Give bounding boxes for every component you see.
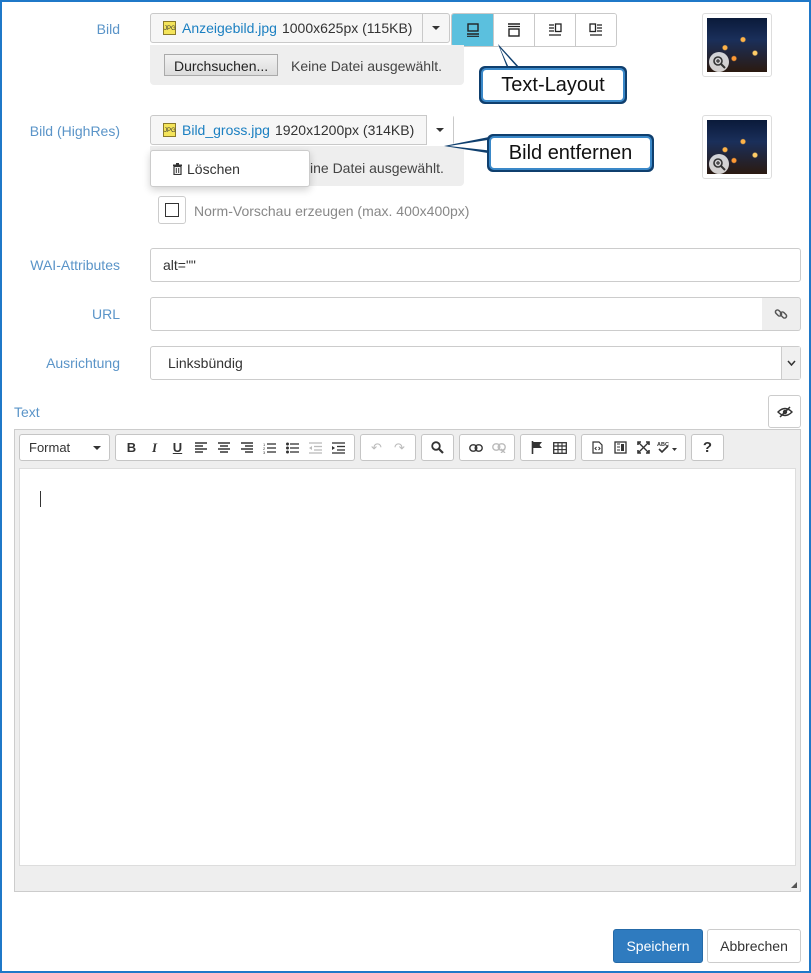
bild-options-dropdown-button[interactable] — [422, 13, 449, 43]
ausrichtung-label: Ausrichtung — [46, 355, 120, 371]
chevron-down-icon — [432, 26, 440, 30]
ausrichtung-selected-value: Linksbündig — [168, 355, 243, 371]
layout-button-image-left[interactable] — [575, 14, 616, 46]
layout-button-image-above[interactable] — [452, 14, 493, 46]
bild-no-file-text: Keine Datei ausgewählt. — [291, 58, 442, 74]
ordered-list-icon[interactable]: 123 — [258, 435, 281, 460]
bild-file-group[interactable]: JPG Anzeigebild.jpg 1000x625px (115KB) — [150, 13, 450, 43]
formatting-group: B I U 123 — [115, 434, 355, 461]
url-input[interactable] — [150, 297, 763, 331]
bild-highres-file-info: 1920x1200px (314KB) — [274, 122, 415, 138]
align-left-icon[interactable] — [189, 435, 212, 460]
table-icon[interactable] — [548, 435, 571, 460]
source-code-icon[interactable] — [586, 435, 609, 460]
redo-icon[interactable]: ↷ — [388, 435, 411, 460]
bild-highres-dropdown-menu: Löschen — [150, 150, 310, 187]
svg-text:3: 3 — [263, 450, 266, 454]
text-layout-button-group[interactable] — [451, 13, 617, 47]
save-button[interactable]: Speichern — [613, 929, 703, 963]
bild-file-info: 1000x625px (115KB) — [281, 20, 413, 36]
zoom-in-icon[interactable] — [709, 154, 729, 174]
tools-group: ABC — [581, 434, 686, 461]
chevron-down-icon — [786, 360, 796, 366]
eye-slash-icon — [776, 405, 793, 418]
text-layout-4-icon — [589, 23, 602, 36]
checkbox-box — [165, 203, 179, 217]
url-link-button[interactable] — [762, 297, 801, 331]
bold-icon[interactable]: B — [120, 435, 143, 460]
chevron-down-icon — [93, 445, 101, 450]
text-label: Text — [14, 404, 40, 420]
align-center-icon[interactable] — [212, 435, 235, 460]
resize-grip[interactable] — [791, 882, 797, 888]
fullscreen-icon[interactable] — [632, 435, 655, 460]
bild-highres-file-name[interactable]: Bild_gross.jpg — [182, 122, 270, 138]
underline-icon[interactable]: U — [166, 435, 189, 460]
wai-attributes-input[interactable]: alt="" — [150, 248, 801, 282]
chevron-down-icon — [436, 128, 444, 132]
bild-highres-no-file-text: ine Datei ausgewählt. — [310, 160, 444, 176]
trash-icon — [173, 162, 182, 175]
editor-toolbar: Format B I U 123 ↶ ↷ ABC ? — [19, 434, 729, 462]
bild-thumbnail[interactable] — [702, 13, 772, 77]
rich-text-editor: Format B I U 123 ↶ ↷ ABC ? — [14, 429, 801, 892]
jpg-file-icon: JPG — [163, 123, 176, 137]
zoom-in-icon[interactable] — [709, 52, 729, 72]
cancel-button[interactable]: Abbrechen — [707, 929, 801, 963]
outdent-icon[interactable] — [304, 435, 327, 460]
bild-entfernen-callout-text: Bild entfernen — [489, 136, 652, 170]
text-layout-3-icon — [549, 23, 562, 36]
text-layout-callout: Text-Layout — [479, 66, 627, 104]
url-label: URL — [91, 306, 120, 322]
delete-menu-item[interactable]: Löschen — [187, 161, 240, 177]
help-group: ? — [691, 434, 724, 461]
text-layout-2-icon — [508, 23, 520, 37]
bild-browse-button[interactable]: Durchsuchen... — [164, 54, 279, 76]
wai-attributes-label: WAI-Attributes — [30, 257, 120, 273]
ausrichtung-dropdown-arrow[interactable] — [781, 347, 800, 379]
align-right-icon[interactable] — [235, 435, 258, 460]
bild-browse-bar: Durchsuchen... Keine Datei ausgewählt. — [150, 45, 464, 85]
bild-file-name[interactable]: Anzeigebild.jpg — [182, 20, 277, 36]
format-dropdown-label: Format — [29, 440, 71, 455]
history-group: ↶ ↷ — [360, 434, 416, 461]
layout-button-image-right[interactable] — [534, 14, 575, 46]
bild-label: Bild — [96, 21, 120, 37]
toggle-visibility-button[interactable] — [768, 395, 801, 428]
text-cursor — [40, 491, 41, 507]
italic-icon[interactable]: I — [143, 435, 166, 460]
indent-icon[interactable] — [327, 435, 350, 460]
norm-preview-label: Norm-Vorschau erzeugen (max. 400x400px) — [194, 203, 470, 219]
bild-highres-label: Bild (HighRes) — [29, 123, 120, 139]
bild-highres-thumbnail[interactable] — [702, 115, 772, 179]
jpg-file-icon: JPG — [163, 21, 176, 35]
flag-icon[interactable] — [525, 435, 548, 460]
undo-icon[interactable]: ↶ — [365, 435, 388, 460]
text-layout-callout-text: Text-Layout — [481, 68, 625, 102]
spellcheck-icon[interactable]: ABC — [655, 435, 681, 460]
insert-group — [520, 434, 576, 461]
help-icon[interactable]: ? — [696, 435, 719, 460]
norm-preview-checkbox[interactable] — [158, 196, 186, 224]
search-group — [421, 434, 454, 461]
unordered-list-icon[interactable] — [281, 435, 304, 460]
text-layout-1-icon — [466, 23, 479, 37]
ausrichtung-select[interactable]: Linksbündig — [150, 346, 801, 380]
format-dropdown[interactable]: Format — [19, 434, 110, 461]
link-icon[interactable] — [464, 435, 487, 460]
editor-content-area[interactable] — [19, 468, 796, 866]
template-icon[interactable] — [609, 435, 632, 460]
link-group — [459, 434, 515, 461]
bild-entfernen-callout: Bild entfernen — [487, 134, 654, 172]
link-icon — [774, 309, 788, 319]
unlink-icon[interactable] — [487, 435, 510, 460]
search-icon[interactable] — [426, 435, 449, 460]
bild-highres-file-group[interactable]: JPG Bild_gross.jpg 1920x1200px (314KB) — [150, 115, 454, 145]
